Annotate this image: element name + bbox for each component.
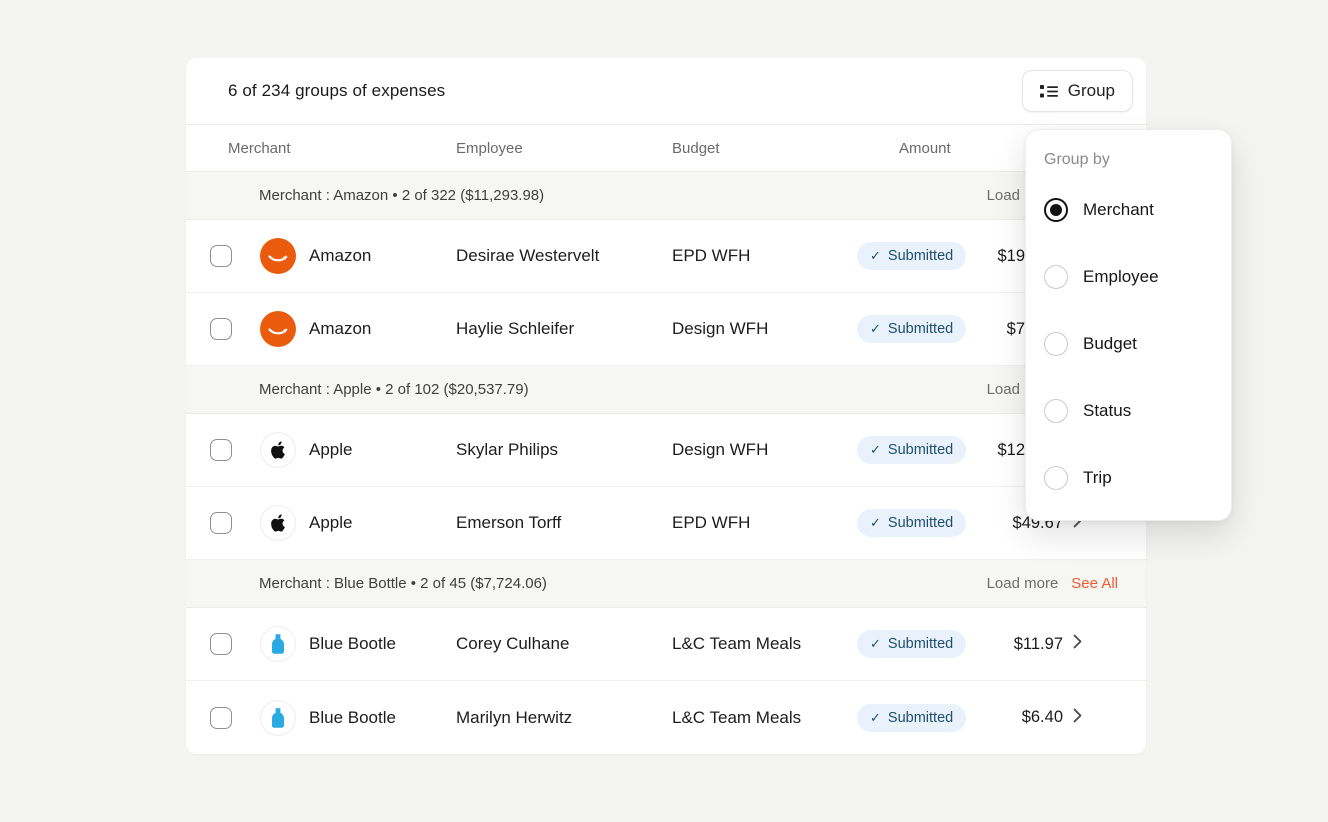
expenses-summary: 6 of 234 groups of expenses bbox=[228, 81, 445, 101]
budget-name: L&C Team Meals bbox=[672, 708, 857, 728]
budget-name: Design WFH bbox=[672, 319, 857, 339]
load-more-link[interactable]: Load more bbox=[987, 575, 1059, 592]
table-row[interactable]: Apple Emerson Torff EPD WFH ✓Submitted $… bbox=[186, 487, 1146, 560]
employee-name: Desirae Westervelt bbox=[456, 246, 672, 266]
titlebar: 6 of 234 groups of expenses Group bbox=[186, 58, 1146, 125]
blue-bottle-logo bbox=[260, 626, 296, 662]
check-icon: ✓ bbox=[870, 321, 881, 337]
group-header-blue-bottle: Merchant : Blue Bottle • 2 of 45 ($7,724… bbox=[186, 560, 1146, 608]
merchant-name: Apple bbox=[309, 513, 352, 533]
budget-name: EPD WFH bbox=[672, 513, 857, 533]
group-header-label: Merchant : Amazon • 2 of 322 ($11,293.98… bbox=[259, 187, 544, 204]
radio-icon bbox=[1044, 399, 1068, 423]
status-badge: ✓Submitted bbox=[857, 630, 966, 658]
radio-icon bbox=[1044, 332, 1068, 356]
group-by-option-merchant[interactable]: Merchant bbox=[1044, 176, 1213, 243]
column-header-merchant: Merchant bbox=[210, 140, 456, 157]
group-by-option-budget[interactable]: Budget bbox=[1044, 310, 1213, 377]
chevron-right-icon[interactable] bbox=[1073, 634, 1082, 654]
group-header-apple: Merchant : Apple • 2 of 102 ($20,537.79)… bbox=[186, 366, 1146, 414]
employee-name: Corey Culhane bbox=[456, 634, 672, 654]
table-row[interactable]: Blue Bootle Corey Culhane L&C Team Meals… bbox=[186, 608, 1146, 681]
employee-name: Emerson Torff bbox=[456, 513, 672, 533]
employee-name: Haylie Schleifer bbox=[456, 319, 672, 339]
table-row[interactable]: Amazon Haylie Schleifer Design WFH ✓Subm… bbox=[186, 293, 1146, 366]
employee-name: Marilyn Herwitz bbox=[456, 708, 672, 728]
apple-logo bbox=[260, 432, 296, 468]
table-row[interactable]: Blue Bootle Marilyn Herwitz L&C Team Mea… bbox=[186, 681, 1146, 754]
column-header-row: Merchant Employee Budget Amount bbox=[186, 125, 1146, 172]
group-list-icon bbox=[1040, 84, 1058, 99]
row-checkbox[interactable] bbox=[210, 707, 232, 729]
column-header-employee: Employee bbox=[456, 140, 672, 157]
apple-logo bbox=[260, 505, 296, 541]
merchant-name: Amazon bbox=[309, 246, 371, 266]
amount-value: $11.97 bbox=[969, 635, 1063, 654]
table-row[interactable]: Amazon Desirae Westervelt EPD WFH ✓Submi… bbox=[186, 220, 1146, 293]
check-icon: ✓ bbox=[870, 710, 881, 726]
check-icon: ✓ bbox=[870, 515, 881, 531]
group-header-label: Merchant : Apple • 2 of 102 ($20,537.79) bbox=[259, 381, 529, 398]
merchant-name: Apple bbox=[309, 440, 352, 460]
expenses-card: 6 of 234 groups of expenses Group Mercha… bbox=[186, 58, 1146, 754]
status-badge: ✓Submitted bbox=[857, 242, 966, 270]
table-row[interactable]: Apple Skylar Philips Design WFH ✓Submitt… bbox=[186, 414, 1146, 487]
group-header-amazon: Merchant : Amazon • 2 of 322 ($11,293.98… bbox=[186, 172, 1146, 220]
radio-icon bbox=[1044, 466, 1068, 490]
radio-icon bbox=[1044, 265, 1068, 289]
group-button[interactable]: Group bbox=[1022, 70, 1133, 112]
group-button-label: Group bbox=[1068, 81, 1115, 101]
chevron-right-icon[interactable] bbox=[1073, 708, 1082, 728]
amazon-logo bbox=[260, 311, 296, 347]
status-badge: ✓Submitted bbox=[857, 436, 966, 464]
column-header-budget: Budget bbox=[672, 140, 857, 157]
merchant-name: Amazon bbox=[309, 319, 371, 339]
merchant-name: Blue Bootle bbox=[309, 634, 396, 654]
budget-name: L&C Team Meals bbox=[672, 634, 857, 654]
group-header-label: Merchant : Blue Bottle • 2 of 45 ($7,724… bbox=[259, 575, 547, 592]
group-by-menu: Group by Merchant Employee Budget Status… bbox=[1025, 129, 1232, 521]
group-by-option-employee[interactable]: Employee bbox=[1044, 243, 1213, 310]
amazon-logo bbox=[260, 238, 296, 274]
status-badge: ✓Submitted bbox=[857, 509, 966, 537]
row-checkbox[interactable] bbox=[210, 512, 232, 534]
group-by-option-trip[interactable]: Trip bbox=[1044, 444, 1213, 511]
check-icon: ✓ bbox=[870, 442, 881, 458]
budget-name: EPD WFH bbox=[672, 246, 857, 266]
amount-value: $6.40 bbox=[969, 708, 1063, 727]
group-by-option-status[interactable]: Status bbox=[1044, 377, 1213, 444]
budget-name: Design WFH bbox=[672, 440, 857, 460]
status-badge: ✓Submitted bbox=[857, 704, 966, 732]
check-icon: ✓ bbox=[870, 248, 881, 264]
group-by-menu-title: Group by bbox=[1044, 148, 1213, 172]
check-icon: ✓ bbox=[870, 636, 881, 652]
employee-name: Skylar Philips bbox=[456, 440, 672, 460]
row-checkbox[interactable] bbox=[210, 245, 232, 267]
merchant-name: Blue Bootle bbox=[309, 708, 396, 728]
blue-bottle-logo bbox=[260, 700, 296, 736]
status-badge: ✓Submitted bbox=[857, 315, 966, 343]
row-checkbox[interactable] bbox=[210, 318, 232, 340]
column-header-amount: Amount bbox=[857, 140, 969, 157]
radio-selected-icon bbox=[1044, 198, 1068, 222]
see-all-link[interactable]: See All bbox=[1071, 575, 1118, 592]
row-checkbox[interactable] bbox=[210, 439, 232, 461]
row-checkbox[interactable] bbox=[210, 633, 232, 655]
